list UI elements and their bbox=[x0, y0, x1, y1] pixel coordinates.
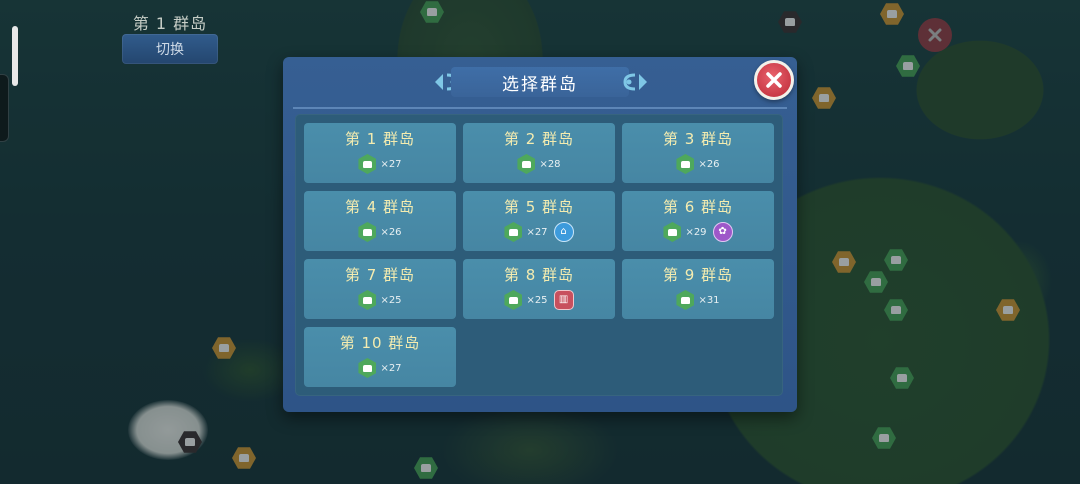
teleport-count: ×27 bbox=[380, 362, 402, 374]
teleport-count: ×31 bbox=[698, 294, 720, 306]
group-card-2[interactable]: 第 2 群岛 ×28 bbox=[463, 123, 615, 183]
group-name: 第 10 群岛 bbox=[339, 334, 421, 352]
group-card-6[interactable]: 第 6 群岛 ×29 ✿ bbox=[622, 191, 774, 251]
group-name: 第 8 群岛 bbox=[503, 266, 575, 284]
group-card-4[interactable]: 第 4 群岛 ×26 bbox=[304, 191, 456, 251]
teleport-statue-icon bbox=[676, 154, 695, 174]
group-card-9[interactable]: 第 9 群岛 ×31 bbox=[622, 259, 774, 319]
group-name: 第 4 群岛 bbox=[344, 198, 416, 216]
group-card-8[interactable]: 第 8 群岛 ×25 ▥ bbox=[463, 259, 615, 319]
group-name: 第 3 群岛 bbox=[662, 130, 734, 148]
dialog-title-plate: 选择群岛 bbox=[451, 67, 629, 97]
creature-icon: ✿ bbox=[712, 222, 733, 242]
side-drawer-tab[interactable] bbox=[0, 74, 9, 142]
teleport-statue-icon bbox=[358, 222, 377, 242]
group-name: 第 6 群岛 bbox=[662, 198, 734, 216]
teleport-count: ×27 bbox=[380, 158, 402, 170]
group-grid: 第 1 群岛 ×27 第 2 群岛 ×28 第 3 群岛 ×26 第 4 群岛 … bbox=[295, 114, 783, 396]
select-group-dialog: 选择群岛 第 1 群岛 ×27 第 2 群岛 ×28 第 3 群岛 ×26 第 … bbox=[283, 57, 797, 412]
teleport-count: ×29 bbox=[685, 226, 707, 238]
switch-group-button[interactable]: 切换 bbox=[122, 34, 218, 64]
home-icon: ⌂ bbox=[553, 222, 574, 242]
group-card-1[interactable]: 第 1 群岛 ×27 bbox=[304, 123, 456, 183]
teleport-count: ×25 bbox=[380, 294, 402, 306]
title-ornament-right-icon bbox=[611, 69, 649, 95]
group-name: 第 5 群岛 bbox=[503, 198, 575, 216]
side-drawer-handle[interactable] bbox=[12, 26, 18, 86]
group-card-10[interactable]: 第 10 群岛 ×27 bbox=[304, 327, 456, 387]
teleport-statue-icon bbox=[504, 222, 523, 242]
close-icon bbox=[766, 72, 782, 88]
teleport-statue-icon bbox=[663, 222, 682, 242]
teleport-statue-icon bbox=[358, 154, 377, 174]
teleport-statue-icon bbox=[504, 290, 523, 310]
close-button[interactable] bbox=[754, 60, 794, 100]
dialog-title: 选择群岛 bbox=[502, 74, 578, 95]
teleport-count: ×27 bbox=[526, 226, 548, 238]
current-group-label: 第 1 群岛 bbox=[132, 14, 208, 33]
group-card-3[interactable]: 第 3 群岛 ×26 bbox=[622, 123, 774, 183]
group-name: 第 7 群岛 bbox=[344, 266, 416, 284]
teleport-count: ×28 bbox=[539, 158, 561, 170]
group-name: 第 1 群岛 bbox=[344, 130, 416, 148]
teleport-statue-icon bbox=[358, 290, 377, 310]
group-name: 第 9 群岛 bbox=[662, 266, 734, 284]
teleport-count: ×25 bbox=[526, 294, 548, 306]
shrine-icon: ▥ bbox=[553, 290, 574, 310]
group-name: 第 2 群岛 bbox=[503, 130, 575, 148]
teleport-statue-icon bbox=[676, 290, 695, 310]
teleport-count: ×26 bbox=[380, 226, 402, 238]
teleport-count: ×26 bbox=[698, 158, 720, 170]
group-card-5[interactable]: 第 5 群岛 ×27 ⌂ bbox=[463, 191, 615, 251]
teleport-statue-icon bbox=[358, 358, 377, 378]
group-card-7[interactable]: 第 7 群岛 ×25 bbox=[304, 259, 456, 319]
teleport-statue-icon bbox=[517, 154, 536, 174]
